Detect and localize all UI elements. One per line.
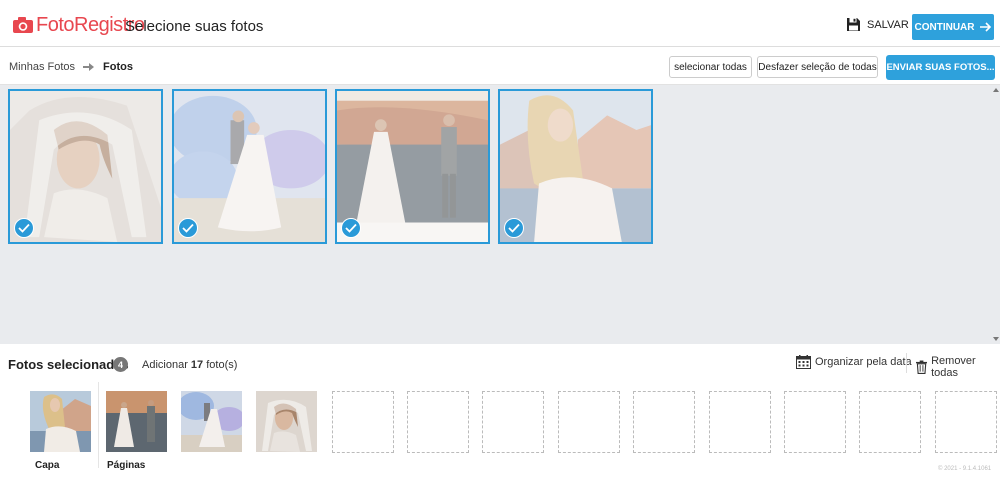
couple-smoke-thumb <box>181 391 242 452</box>
gallery-photo[interactable] <box>335 89 490 244</box>
organize-label: Organizar pela data <box>815 356 912 368</box>
continue-label: CONTINUAR <box>914 21 975 33</box>
page-thumbnail[interactable] <box>181 391 242 452</box>
empty-page-slot[interactable] <box>558 391 620 453</box>
remove-all-button[interactable]: Remover todas <box>916 355 1000 379</box>
header: FotoRegistro Selecione suas fotos SALVAR… <box>0 0 1000 47</box>
page-thumbnail[interactable] <box>256 391 317 452</box>
upload-photos-button[interactable]: ENVIAR SUAS FOTOS... <box>886 55 995 80</box>
selected-count-badge: 4 <box>113 357 128 372</box>
cover-label: Capa <box>35 460 60 471</box>
page-thumbnail[interactable] <box>106 391 167 452</box>
gallery-scrollbar[interactable] <box>992 85 1000 344</box>
version-text: © 2021 - 9.1.4.1061 <box>938 466 992 472</box>
trash-icon <box>916 360 928 374</box>
scroll-up-icon[interactable] <box>993 88 999 92</box>
empty-page-slot[interactable] <box>784 391 846 453</box>
scroll-down-icon[interactable] <box>993 337 999 341</box>
pages-label: Páginas <box>107 460 146 471</box>
save-button[interactable]: SALVAR <box>846 17 909 32</box>
add-photos-hint: Adicionar 17 foto(s) <box>142 359 237 371</box>
arrow-right-icon <box>83 63 95 71</box>
empty-page-slot[interactable] <box>859 391 921 453</box>
empty-page-slot[interactable] <box>482 391 544 453</box>
floppy-disk-icon <box>847 18 860 31</box>
breadcrumb: Minhas Fotos Fotos <box>9 61 133 73</box>
bride-veil-thumb <box>256 391 317 452</box>
cover-pages-separator <box>98 382 99 468</box>
continue-button[interactable]: CONTINUAR <box>912 14 994 40</box>
photo-gallery <box>0 85 1000 344</box>
page-title: Selecione suas fotos <box>125 18 264 35</box>
organize-by-date-button[interactable]: Organizar pela data <box>796 355 912 369</box>
bride-lake-thumb <box>30 391 91 452</box>
empty-page-slot[interactable] <box>935 391 997 453</box>
empty-page-slot[interactable] <box>633 391 695 453</box>
add-number: 17 <box>190 359 204 371</box>
couple-lake-thumb <box>106 391 167 452</box>
toolbar: Minhas Fotos Fotos selecionar todas Desf… <box>0 48 1000 85</box>
calendar-icon <box>796 355 811 369</box>
selected-photos-title: Fotos selecionadas <box>8 357 129 372</box>
empty-page-slot[interactable] <box>407 391 469 453</box>
gallery-photo[interactable] <box>172 89 327 244</box>
undo-selection-button[interactable]: Desfazer seleção de todas <box>757 56 878 78</box>
check-icon[interactable] <box>178 218 198 238</box>
gallery-photo[interactable] <box>498 89 653 244</box>
camera-logo-icon <box>13 17 33 33</box>
cover-thumbnail[interactable] <box>30 391 91 452</box>
gallery-photo[interactable] <box>8 89 163 244</box>
empty-page-slot[interactable] <box>709 391 771 453</box>
add-prefix: Adicionar <box>142 359 188 371</box>
check-icon[interactable] <box>504 218 524 238</box>
divider <box>906 353 907 373</box>
selected-photos-panel: Fotos selecionadas 4 Adicionar 17 foto(s… <box>0 344 1000 482</box>
check-icon[interactable] <box>14 218 34 238</box>
check-icon[interactable] <box>341 218 361 238</box>
empty-page-slot[interactable] <box>332 391 394 453</box>
add-suffix: foto(s) <box>206 359 238 371</box>
remove-all-label: Remover todas <box>931 355 976 379</box>
breadcrumb-item-fotos: Fotos <box>103 61 133 73</box>
save-label: SALVAR <box>867 18 909 31</box>
arrow-right-icon <box>979 22 991 32</box>
breadcrumb-item-minhas-fotos[interactable]: Minhas Fotos <box>9 61 75 73</box>
select-all-button[interactable]: selecionar todas <box>669 56 752 78</box>
